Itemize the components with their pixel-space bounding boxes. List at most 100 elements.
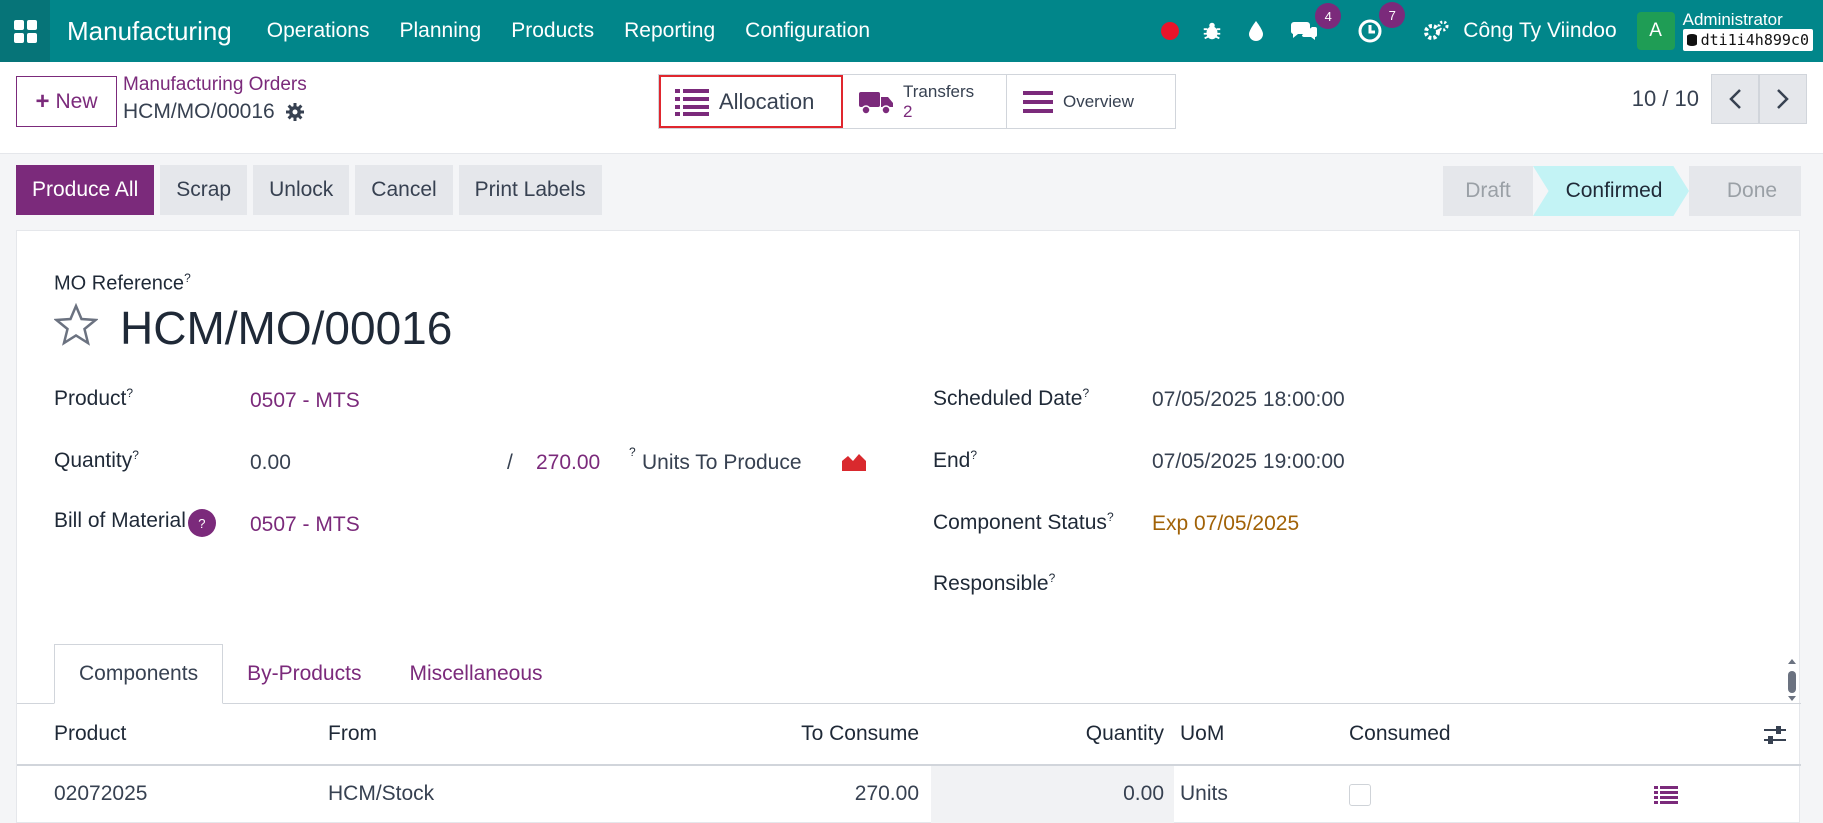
database-badge: dti1i4h899c0 [1682, 29, 1813, 51]
app-name[interactable]: Manufacturing [67, 16, 232, 47]
transfers-count: 2 [903, 101, 913, 121]
messages-icon[interactable]: 4 [1289, 3, 1342, 43]
cancel-button[interactable]: Cancel [355, 165, 453, 215]
help-mark: ? [184, 271, 191, 285]
scheduled-date-field[interactable]: 07/05/2025 18:00:00 [1152, 388, 1345, 412]
table-header: Product From To Consume Quantity UoM Con… [17, 704, 1801, 766]
allocation-label: Allocation [719, 88, 815, 114]
column-from[interactable]: From [328, 722, 377, 746]
optional-columns-icon[interactable] [1763, 724, 1787, 746]
menu-planning[interactable]: Planning [400, 19, 482, 43]
menu-bars-icon [1023, 90, 1053, 113]
print-labels-button[interactable]: Print Labels [458, 165, 602, 215]
quantity-label-text: Quantity [54, 449, 133, 472]
breadcrumb-current: HCM/MO/00016 [123, 100, 307, 124]
bom-field[interactable]: 0507 - MTS [250, 513, 360, 537]
product-field[interactable]: 0507 - MTS [250, 389, 360, 413]
produce-all-button[interactable]: Produce All [16, 165, 155, 215]
tab-miscellaneous[interactable]: Miscellaneous [385, 644, 566, 704]
unlock-button[interactable]: Unlock [253, 165, 350, 215]
overview-button[interactable]: Overview [1007, 75, 1175, 128]
status-bar: Draft Confirmed Done [1443, 166, 1801, 216]
scrap-button[interactable]: Scrap [160, 165, 248, 215]
plus-icon: + [35, 87, 50, 115]
scrollbar[interactable] [1787, 659, 1797, 701]
new-button[interactable]: + New [16, 76, 117, 127]
pager-next-button[interactable] [1759, 74, 1807, 124]
scheduled-date-label-text: Scheduled Date [933, 387, 1083, 410]
database-icon [1686, 34, 1697, 46]
quantity-label: Quantity? [54, 448, 139, 473]
component-status-label-text: Component Status [933, 511, 1107, 534]
column-to-consume[interactable]: To Consume [637, 722, 919, 746]
form-sheet: MO Reference? HCM/MO/00016 Product? 0507… [16, 230, 1801, 823]
row-consumed-checkbox[interactable] [1349, 784, 1371, 806]
mo-reference-label: MO Reference? [54, 271, 191, 296]
status-draft[interactable]: Draft [1443, 166, 1533, 216]
tab-components[interactable]: Components [54, 644, 224, 704]
control-panel: + New Manufacturing Orders HCM/MO/00016 … [0, 62, 1823, 154]
transfers-button[interactable]: Transfers 2 [843, 75, 1007, 128]
record-icon[interactable] [1161, 22, 1180, 40]
quantity-produced-field[interactable]: 0.00 [250, 451, 291, 475]
menu-operations[interactable]: Operations [267, 19, 370, 43]
detailed-operations-icon[interactable] [1654, 785, 1678, 805]
end-date-field[interactable]: 07/05/2025 19:00:00 [1152, 450, 1345, 474]
table-row[interactable]: 02072025 HCM/Stock 270.00 0.00 Units [17, 766, 1801, 823]
help-badge: ? [187, 509, 216, 537]
row-from[interactable]: HCM/Stock [328, 782, 434, 806]
activities-count-badge: 7 [1379, 2, 1406, 28]
chevron-left-icon [1729, 89, 1741, 109]
product-label-text: Product [54, 387, 127, 410]
responsible-label-text: Responsible [933, 572, 1049, 595]
menu-configuration[interactable]: Configuration [745, 19, 870, 43]
pager-value[interactable]: 10 / 10 [1632, 86, 1699, 112]
product-label: Product? [54, 386, 133, 411]
breadcrumb-parent[interactable]: Manufacturing Orders [123, 74, 307, 96]
company-name[interactable]: Công Ty Viindoo [1463, 19, 1616, 43]
responsible-label: Responsible? [933, 571, 1055, 596]
status-confirmed[interactable]: Confirmed [1533, 166, 1689, 216]
column-uom[interactable]: UoM [1180, 722, 1224, 746]
notebook-tabs: Components By-Products Miscellaneous [54, 644, 567, 704]
row-quantity[interactable]: 0.00 [931, 782, 1164, 806]
bug-icon[interactable] [1201, 20, 1223, 42]
apps-menu-icon[interactable] [0, 0, 50, 62]
menu-reporting[interactable]: Reporting [624, 19, 715, 43]
row-product[interactable]: 02072025 [54, 782, 147, 806]
help-mark: ? [1106, 510, 1114, 524]
pager-previous-button[interactable] [1711, 74, 1759, 124]
help-mark: ? [1048, 571, 1056, 585]
quantity-total-field[interactable]: 270.00 [536, 451, 600, 475]
star-icon[interactable] [54, 303, 98, 347]
column-product[interactable]: Product [54, 722, 126, 746]
row-uom: Units [1180, 782, 1228, 805]
column-consumed[interactable]: Consumed [1349, 722, 1451, 746]
quantity-separator: / [507, 451, 513, 474]
user-menu[interactable]: Administrator dti1i4h899c0 [1682, 11, 1813, 51]
menu-products[interactable]: Products [511, 19, 594, 43]
new-button-label: New [55, 89, 98, 113]
forecast-chart-icon[interactable] [841, 451, 867, 471]
quantity-unit-text: Units To Produce [642, 451, 802, 474]
transfers-label: Transfers [903, 81, 975, 101]
drop-icon[interactable] [1247, 20, 1265, 42]
mo-name: HCM/MO/00016 [120, 302, 453, 354]
activity-clock-icon[interactable]: 7 [1357, 2, 1406, 44]
scheduled-date-label: Scheduled Date? [933, 386, 1089, 411]
avatar[interactable]: A [1636, 12, 1675, 50]
bom-label: Bill of Material? [54, 509, 216, 537]
database-name: dti1i4h899c0 [1700, 31, 1809, 49]
column-quantity[interactable]: Quantity [931, 722, 1164, 746]
end-label: End? [933, 448, 977, 473]
status-done[interactable]: Done [1689, 166, 1801, 216]
pager: 10 / 10 [1632, 74, 1807, 124]
gear-icon[interactable] [285, 102, 305, 122]
company-switch-icon[interactable] [1423, 20, 1449, 42]
mo-reference-label-text: MO Reference [54, 272, 185, 295]
tab-by-products[interactable]: By-Products [223, 644, 385, 704]
help-mark: ? [970, 448, 978, 462]
action-bar: Produce All Scrap Unlock Cancel Print La… [16, 165, 602, 215]
chevron-right-icon [1777, 89, 1789, 109]
allocation-button[interactable]: Allocation [659, 75, 843, 128]
